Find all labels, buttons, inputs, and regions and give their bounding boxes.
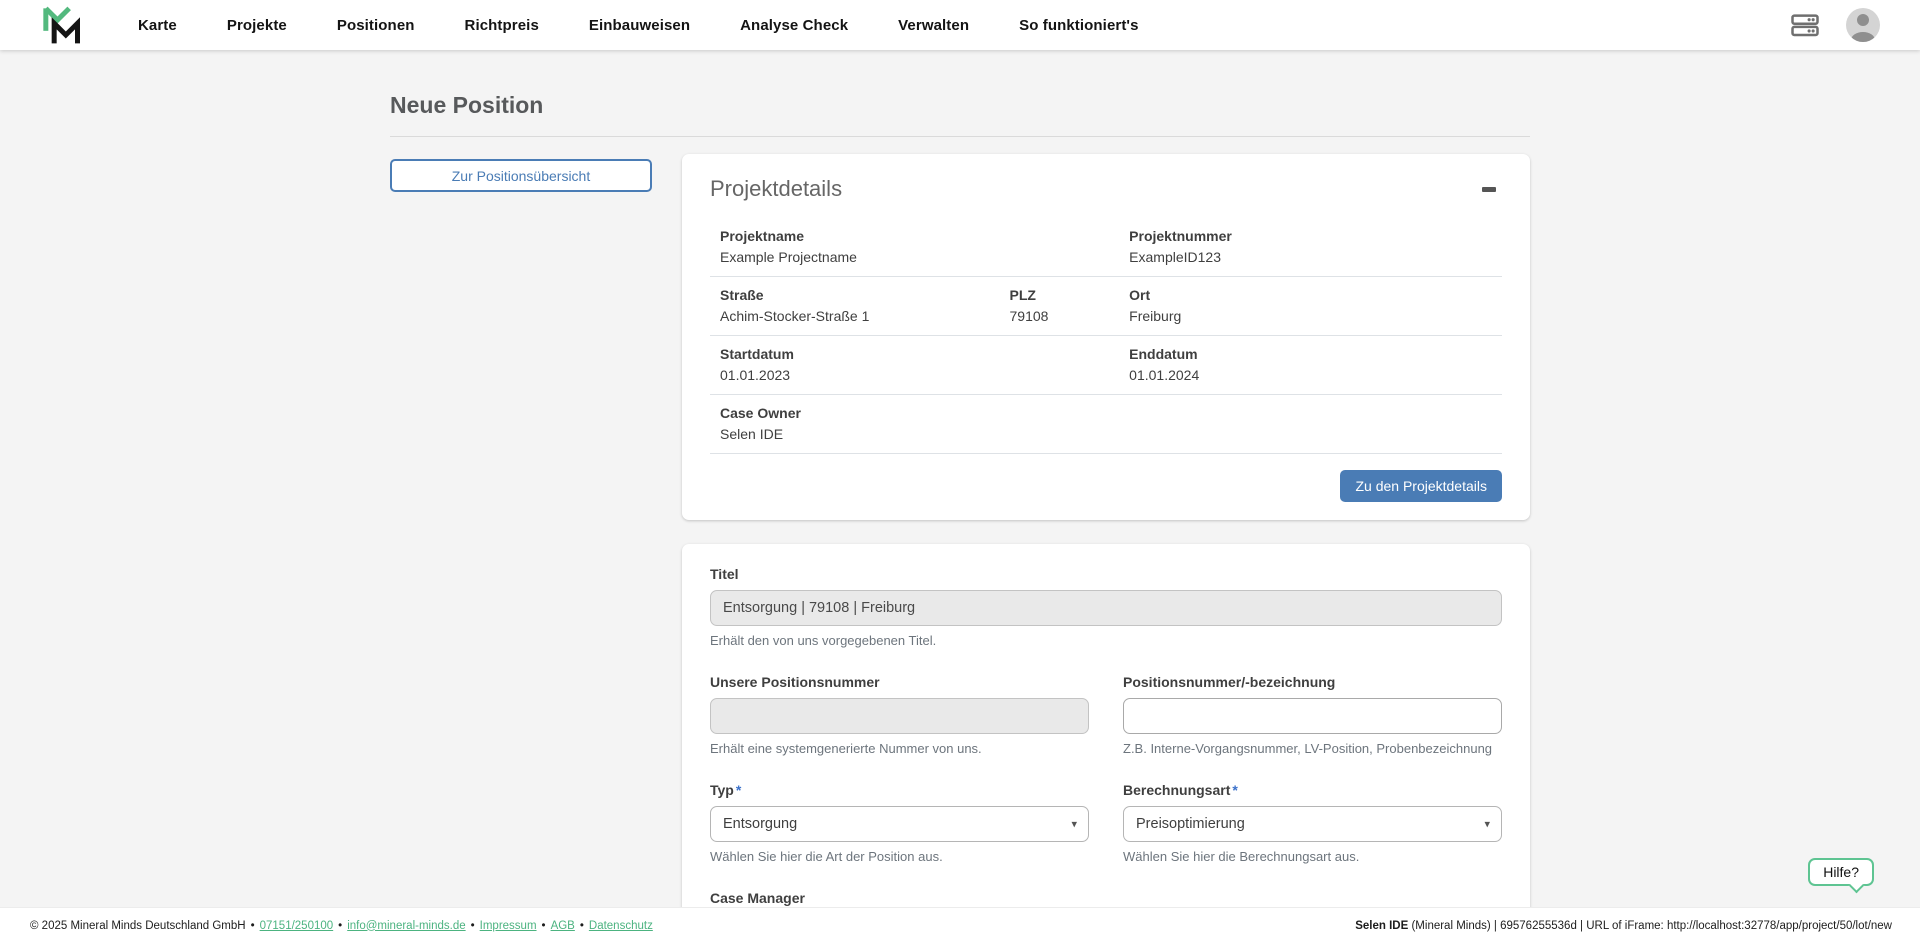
help-button-label: Hilfe?: [1823, 864, 1859, 880]
project-details-card: Projektdetails Projektname Example Proje…: [682, 154, 1530, 520]
main-content: Neue Position Zur Positionsübersicht Pro…: [390, 50, 1530, 943]
berechnungsart-selected-value: Preisoptimierung: [1136, 816, 1245, 832]
separator-dot: •: [251, 920, 255, 932]
new-position-form-card: Titel Erhält den von uns vorgegebenen Ti…: [682, 544, 1530, 943]
speech-bubble-tail: [1849, 878, 1865, 894]
typ-helper-text: Wählen Sie hier die Art der Position aus…: [710, 849, 1089, 864]
titel-input: [710, 590, 1502, 626]
typ-selected-value: Entsorgung: [723, 816, 797, 832]
help-button[interactable]: Hilfe?: [1808, 858, 1874, 886]
field-value: 01.01.2023: [720, 365, 1129, 386]
positionsnummer-group: Positionsnummer/-bezeichnung Z.B. Intern…: [1123, 674, 1502, 756]
email-link[interactable]: info@mineral-minds.de: [347, 920, 465, 932]
unsere-positionsnummer-group: Unsere Positionsnummer Erhält eine syste…: [710, 674, 1089, 756]
unsere-positionsnummer-helper-text: Erhält eine systemgenerierte Nummer von …: [710, 741, 1089, 756]
separator-dot: •: [471, 920, 475, 932]
nav-item-so-funktionierts[interactable]: So funktioniert's: [1019, 17, 1138, 34]
field-label: Projektname: [720, 226, 1129, 247]
session-details: (Mineral Minds) | 69576255536d | URL of …: [1408, 920, 1892, 932]
agb-link[interactable]: AGB: [551, 920, 575, 932]
typ-select[interactable]: Entsorgung ▾: [710, 806, 1089, 842]
left-column: Zur Positionsübersicht: [390, 137, 652, 192]
separator-dot: •: [580, 920, 584, 932]
nav-item-karte[interactable]: Karte: [138, 17, 177, 34]
field-value: Selen IDE: [720, 424, 1492, 445]
positionsnummer-helper-text: Z.B. Interne-Vorgangsnummer, LV-Position…: [1123, 741, 1502, 756]
project-details-table: Projektname Example Projectname Projektn…: [710, 218, 1502, 454]
separator-dot: •: [542, 920, 546, 932]
copyright-text: © 2025 Mineral Minds Deutschland GmbH: [30, 920, 246, 932]
main-nav: Karte Projekte Positionen Richtpreis Ein…: [138, 17, 1139, 34]
field-value: ExampleID123: [1129, 247, 1492, 268]
table-row: Startdatum 01.01.2023 Enddatum 01.01.202…: [710, 336, 1502, 395]
field-label: Enddatum: [1129, 344, 1492, 365]
nav-item-analyse-check[interactable]: Analyse Check: [740, 17, 848, 34]
nav-item-richtpreis[interactable]: Richtpreis: [465, 17, 539, 34]
minus-icon: [1482, 187, 1496, 192]
table-row: Case Owner Selen IDE: [710, 395, 1502, 454]
back-to-positions-button[interactable]: Zur Positionsübersicht: [390, 159, 652, 192]
required-asterisk: *: [1232, 782, 1237, 798]
page-title: Neue Position: [390, 92, 1530, 137]
titel-group: Titel Erhält den von uns vorgegebenen Ti…: [710, 566, 1502, 648]
table-row: Projektname Example Projectname Projektn…: [710, 218, 1502, 277]
topbar-right: [1790, 8, 1880, 42]
positionsnummer-input[interactable]: [1123, 698, 1502, 734]
field-label: Startdatum: [720, 344, 1129, 365]
field-label: Ort: [1129, 285, 1492, 306]
field-value: Freiburg: [1129, 306, 1492, 327]
user-avatar-icon[interactable]: [1846, 8, 1880, 42]
field-value: Achim-Stocker-Straße 1: [720, 306, 1010, 327]
field-value: 01.01.2024: [1129, 365, 1492, 386]
nav-item-einbauweisen[interactable]: Einbauweisen: [589, 17, 690, 34]
typ-label-text: Typ: [710, 782, 734, 798]
server-rack-icon[interactable]: [1790, 10, 1820, 40]
positionsnummer-label: Positionsnummer/-bezeichnung: [1123, 674, 1502, 690]
typ-label: Typ*: [710, 782, 1089, 798]
berechnungsart-group: Berechnungsart* Preisoptimierung ▾ Wähle…: [1123, 782, 1502, 864]
go-to-project-details-button[interactable]: Zu den Projektdetails: [1340, 470, 1502, 502]
case-manager-label: Case Manager: [710, 890, 1089, 906]
field-label: Case Owner: [720, 403, 1492, 424]
chevron-down-icon: ▾: [1484, 818, 1490, 831]
required-asterisk: *: [736, 782, 741, 798]
field-label: PLZ: [1010, 285, 1130, 306]
titel-helper-text: Erhält den von uns vorgegebenen Titel.: [710, 633, 1502, 648]
nav-item-verwalten[interactable]: Verwalten: [898, 17, 969, 34]
berechnungsart-helper-text: Wählen Sie hier die Berechnungsart aus.: [1123, 849, 1502, 864]
field-value: Example Projectname: [720, 247, 1129, 268]
session-user: Selen IDE: [1355, 920, 1408, 932]
nav-item-projekte[interactable]: Projekte: [227, 17, 287, 34]
berechnungsart-label-text: Berechnungsart: [1123, 782, 1230, 798]
footer: © 2025 Mineral Minds Deutschland GmbH • …: [0, 907, 1920, 943]
project-details-title: Projektdetails: [710, 176, 842, 202]
field-label: Straße: [720, 285, 1010, 306]
footer-left: © 2025 Mineral Minds Deutschland GmbH • …: [30, 920, 653, 932]
right-column: Projektdetails Projektname Example Proje…: [682, 137, 1530, 943]
typ-group: Typ* Entsorgung ▾ Wählen Sie hier die Ar…: [710, 782, 1089, 864]
chevron-down-icon: ▾: [1071, 818, 1077, 831]
mineral-minds-logo-icon[interactable]: [40, 4, 80, 46]
nav-item-positionen[interactable]: Positionen: [337, 17, 415, 34]
impressum-link[interactable]: Impressum: [480, 920, 537, 932]
avatar-shoulders: [1851, 32, 1875, 42]
topbar: Karte Projekte Positionen Richtpreis Ein…: [0, 0, 1920, 50]
field-label: Projektnummer: [1129, 226, 1492, 247]
avatar-head: [1857, 14, 1869, 26]
datenschutz-link[interactable]: Datenschutz: [589, 920, 653, 932]
phone-link[interactable]: 07151/250100: [260, 920, 334, 932]
field-value: 79108: [1010, 306, 1130, 327]
separator-dot: •: [338, 920, 342, 932]
unsere-positionsnummer-label: Unsere Positionsnummer: [710, 674, 1089, 690]
table-row: Straße Achim-Stocker-Straße 1 PLZ 79108 …: [710, 277, 1502, 336]
berechnungsart-label: Berechnungsart*: [1123, 782, 1502, 798]
unsere-positionsnummer-input: [710, 698, 1089, 734]
footer-session-info: Selen IDE (Mineral Minds) | 69576255536d…: [1355, 920, 1892, 932]
titel-label: Titel: [710, 566, 1502, 582]
berechnungsart-select[interactable]: Preisoptimierung ▾: [1123, 806, 1502, 842]
collapse-card-button[interactable]: [1476, 178, 1502, 200]
